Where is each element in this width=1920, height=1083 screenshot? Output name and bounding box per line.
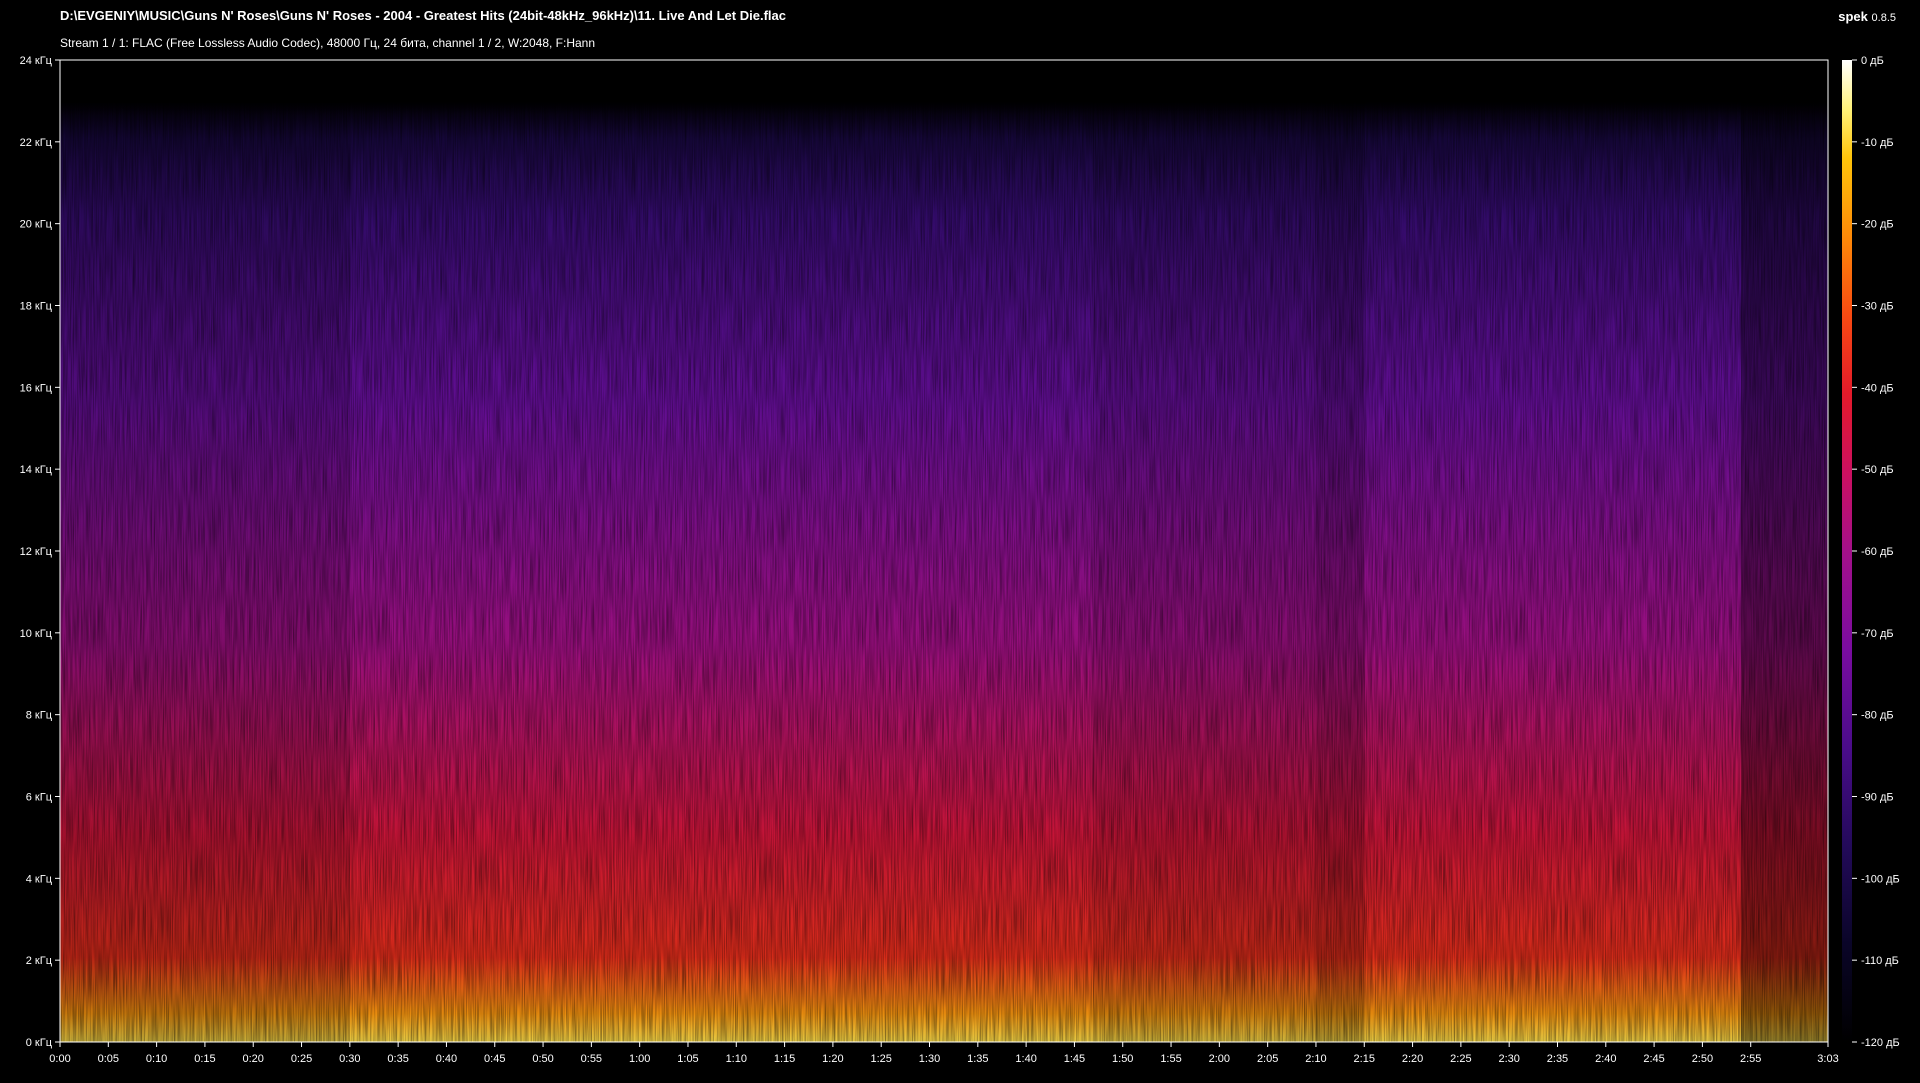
colorbar-tick-label: -120 дБ [1861, 1037, 1900, 1049]
colorbar-tick-label: 0 дБ [1861, 55, 1884, 67]
x-tick-label: 2:50 [1692, 1053, 1713, 1065]
y-tick-label: 20 кГц [20, 219, 53, 231]
spectrogram-chart: 0:00 0:05 0:10 0:15 0:20 0:25 0:30 0:35 0:40 0:45… [20, 55, 1900, 1065]
x-tick-label: 3:03 [1817, 1053, 1838, 1065]
x-tick-label: 1:40 [1015, 1053, 1036, 1065]
colorbar-tick-label: -80 дБ [1861, 710, 1894, 722]
x-tick-label: 2:45 [1643, 1053, 1664, 1065]
x-tick-label: 2:35 [1547, 1053, 1568, 1065]
x-tick-label: 0:55 [581, 1053, 602, 1065]
colorbar-tick-label: -20 дБ [1861, 219, 1894, 231]
colorbar-tick-label: -90 дБ [1861, 792, 1894, 804]
x-tick-label: 0:05 [98, 1053, 119, 1065]
colorbar-tick-label: -50 дБ [1861, 464, 1894, 476]
colorbar-tick-label: -40 дБ [1861, 382, 1894, 394]
x-tick-label: 0:00 [49, 1053, 70, 1065]
x-tick-label: 2:15 [1354, 1053, 1375, 1065]
x-axis: 0:00 0:05 0:10 0:15 0:20 0:25 0:30 0:35 0:40 0:45… [49, 1042, 1839, 1065]
y-tick-label: 6 кГц [26, 792, 53, 804]
x-tick-label: 0:50 [532, 1053, 553, 1065]
x-tick-label: 2:20 [1402, 1053, 1423, 1065]
y-axis: 0 кГц 2 кГц 4 кГц 6 кГц 8 кГц 10 кГц 12 кГц 14 … [20, 55, 60, 1049]
colorbar-tick-label: -110 дБ [1861, 955, 1899, 967]
x-tick-label: 1:00 [629, 1053, 650, 1065]
x-tick-label: 1:35 [967, 1053, 988, 1065]
x-tick-label: 2:25 [1450, 1053, 1471, 1065]
x-tick-label: 0:35 [387, 1053, 408, 1065]
spectrum-texture [60, 60, 1828, 1042]
colorbar-tick-label: -100 дБ [1861, 873, 1900, 885]
colorbar-gradient [1842, 60, 1852, 1042]
x-tick-label: 2:30 [1498, 1053, 1519, 1065]
x-tick-label: 1:30 [919, 1053, 940, 1065]
x-tick-label: 0:45 [484, 1053, 505, 1065]
x-tick-label: 1:45 [1064, 1053, 1085, 1065]
colorbar-tick-label: -70 дБ [1861, 628, 1894, 640]
y-tick-label: 12 кГц [20, 546, 53, 558]
colorbar-tick-label: -60 дБ [1861, 546, 1894, 558]
x-tick-label: 1:15 [774, 1053, 795, 1065]
y-tick-label: 16 кГц [20, 382, 53, 394]
y-tick-label: 24 кГц [20, 55, 53, 67]
y-tick-label: 18 кГц [20, 301, 53, 313]
x-tick-label: 0:25 [291, 1053, 312, 1065]
x-tick-label: 2:55 [1740, 1053, 1761, 1065]
spectrogram-plot [59, 59, 1829, 1043]
y-tick-label: 2 кГц [26, 955, 53, 967]
x-tick-label: 1:20 [822, 1053, 843, 1065]
y-tick-label: 0 кГц [26, 1037, 53, 1049]
y-tick-label: 22 кГц [20, 137, 53, 149]
x-tick-label: 1:50 [1112, 1053, 1133, 1065]
x-tick-label: 0:30 [339, 1053, 360, 1065]
x-tick-label: 1:25 [870, 1053, 891, 1065]
y-tick-label: 14 кГц [20, 464, 53, 476]
x-tick-label: 2:10 [1305, 1053, 1326, 1065]
y-tick-label: 4 кГц [26, 873, 53, 885]
x-tick-label: 2:05 [1257, 1053, 1278, 1065]
colorbar: 0 дБ -10 дБ -20 дБ -30 дБ -40 дБ -50 дБ -60 дБ… [1842, 55, 1900, 1049]
x-tick-label: 1:55 [1160, 1053, 1181, 1065]
x-tick-label: 2:00 [1209, 1053, 1230, 1065]
x-tick-label: 1:10 [726, 1053, 747, 1065]
x-tick-label: 0:20 [243, 1053, 264, 1065]
y-tick-label: 8 кГц [26, 710, 53, 722]
x-tick-label: 0:15 [194, 1053, 215, 1065]
colorbar-tick-label: -10 дБ [1861, 137, 1894, 149]
x-tick-label: 0:10 [146, 1053, 167, 1065]
x-tick-label: 1:05 [677, 1053, 698, 1065]
y-tick-label: 10 кГц [20, 628, 53, 640]
x-tick-label: 2:40 [1595, 1053, 1616, 1065]
x-tick-label: 0:40 [436, 1053, 457, 1065]
colorbar-tick-label: -30 дБ [1861, 301, 1894, 313]
